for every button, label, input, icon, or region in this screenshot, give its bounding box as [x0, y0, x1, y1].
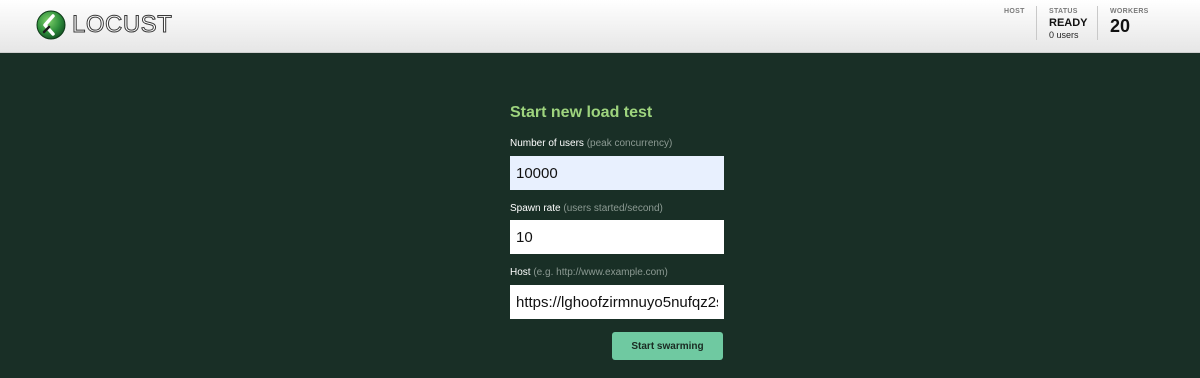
host-stat: HOST: [1004, 8, 1025, 15]
status-value: READY: [1049, 17, 1088, 29]
locust-logo-icon: [36, 10, 66, 40]
users-label-text: Number of users: [510, 138, 584, 149]
locust-logo[interactable]: LOCUST: [36, 9, 172, 41]
header-divider: [1036, 6, 1037, 40]
host-hint: (e.g. http://www.example.com): [533, 267, 668, 278]
workers-stat-label: WORKERS: [1110, 8, 1149, 15]
spawn-rate-input[interactable]: [510, 220, 724, 254]
host-stat-label: HOST: [1004, 8, 1025, 15]
status-stat: STATUS READY 0 users: [1049, 8, 1088, 40]
host-label-text: Host: [510, 267, 531, 278]
start-swarming-button[interactable]: Start swarming: [612, 332, 723, 360]
top-navbar: LOCUST HOST STATUS READY 0 users WORKERS…: [0, 0, 1200, 53]
users-field-label: Number of users (peak concurrency): [510, 138, 672, 149]
workers-stat: WORKERS 20: [1110, 8, 1149, 37]
logo-text: LOCUST: [71, 11, 173, 39]
status-users-count: 0 users: [1049, 30, 1079, 40]
status-stat-label: STATUS: [1049, 8, 1078, 15]
start-load-test-form: Start new load test Number of users (pea…: [510, 104, 724, 360]
host-input[interactable]: [510, 285, 724, 319]
users-hint: (peak concurrency): [586, 138, 673, 149]
host-field-label: Host (e.g. http://www.example.com): [510, 267, 668, 278]
workers-value: 20: [1110, 16, 1131, 36]
spawn-rate-hint: (users started/second): [563, 203, 663, 214]
header-divider: [1097, 6, 1098, 40]
form-title: Start new load test: [510, 104, 653, 121]
spawn-rate-label-text: Spawn rate: [510, 203, 561, 214]
spawn-rate-field-label: Spawn rate (users started/second): [510, 203, 663, 214]
users-input[interactable]: [510, 156, 724, 190]
